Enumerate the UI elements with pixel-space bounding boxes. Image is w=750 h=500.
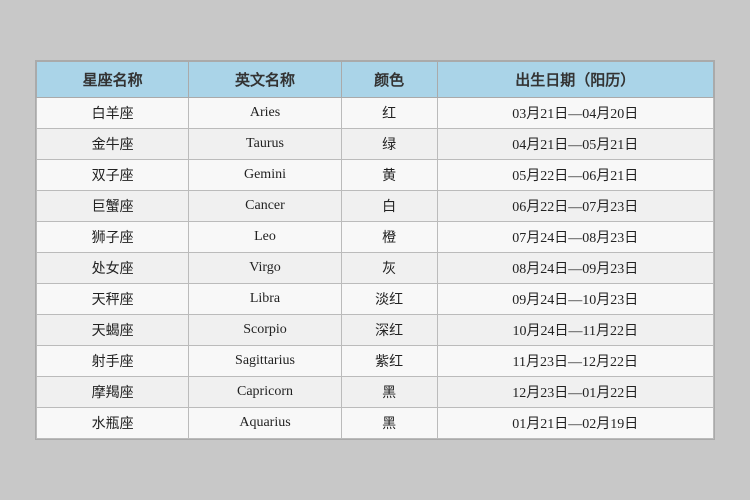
cell-chinese-name: 双子座 bbox=[37, 160, 189, 191]
cell-english-name: Libra bbox=[189, 284, 341, 315]
cell-english-name: Scorpio bbox=[189, 315, 341, 346]
header-chinese-name: 星座名称 bbox=[37, 62, 189, 98]
cell-dates: 07月24日—08月23日 bbox=[437, 222, 713, 253]
cell-dates: 01月21日—02月19日 bbox=[437, 408, 713, 439]
cell-color: 深红 bbox=[341, 315, 437, 346]
table-row: 摩羯座Capricorn黑12月23日—01月22日 bbox=[37, 377, 714, 408]
cell-english-name: Sagittarius bbox=[189, 346, 341, 377]
cell-english-name: Virgo bbox=[189, 253, 341, 284]
cell-dates: 10月24日—11月22日 bbox=[437, 315, 713, 346]
cell-dates: 09月24日—10月23日 bbox=[437, 284, 713, 315]
table-row: 射手座Sagittarius紫红11月23日—12月22日 bbox=[37, 346, 714, 377]
table-row: 水瓶座Aquarius黑01月21日—02月19日 bbox=[37, 408, 714, 439]
cell-dates: 08月24日—09月23日 bbox=[437, 253, 713, 284]
cell-chinese-name: 天秤座 bbox=[37, 284, 189, 315]
cell-chinese-name: 射手座 bbox=[37, 346, 189, 377]
table-body: 白羊座Aries红03月21日—04月20日金牛座Taurus绿04月21日—0… bbox=[37, 98, 714, 439]
cell-color: 淡红 bbox=[341, 284, 437, 315]
table-row: 金牛座Taurus绿04月21日—05月21日 bbox=[37, 129, 714, 160]
cell-english-name: Capricorn bbox=[189, 377, 341, 408]
cell-color: 红 bbox=[341, 98, 437, 129]
zodiac-table: 星座名称 英文名称 颜色 出生日期（阳历） 白羊座Aries红03月21日—04… bbox=[36, 61, 714, 439]
header-english-name: 英文名称 bbox=[189, 62, 341, 98]
cell-dates: 05月22日—06月21日 bbox=[437, 160, 713, 191]
cell-color: 灰 bbox=[341, 253, 437, 284]
cell-english-name: Gemini bbox=[189, 160, 341, 191]
cell-color: 橙 bbox=[341, 222, 437, 253]
cell-dates: 03月21日—04月20日 bbox=[437, 98, 713, 129]
cell-english-name: Leo bbox=[189, 222, 341, 253]
table-row: 双子座Gemini黄05月22日—06月21日 bbox=[37, 160, 714, 191]
cell-color: 黄 bbox=[341, 160, 437, 191]
zodiac-table-container: 星座名称 英文名称 颜色 出生日期（阳历） 白羊座Aries红03月21日—04… bbox=[35, 60, 715, 440]
cell-color: 紫红 bbox=[341, 346, 437, 377]
cell-english-name: Aries bbox=[189, 98, 341, 129]
cell-color: 绿 bbox=[341, 129, 437, 160]
cell-dates: 04月21日—05月21日 bbox=[437, 129, 713, 160]
cell-chinese-name: 狮子座 bbox=[37, 222, 189, 253]
cell-color: 黑 bbox=[341, 408, 437, 439]
cell-english-name: Taurus bbox=[189, 129, 341, 160]
table-header-row: 星座名称 英文名称 颜色 出生日期（阳历） bbox=[37, 62, 714, 98]
table-row: 巨蟹座Cancer白06月22日—07月23日 bbox=[37, 191, 714, 222]
table-row: 白羊座Aries红03月21日—04月20日 bbox=[37, 98, 714, 129]
cell-dates: 12月23日—01月22日 bbox=[437, 377, 713, 408]
header-color: 颜色 bbox=[341, 62, 437, 98]
cell-english-name: Aquarius bbox=[189, 408, 341, 439]
header-dates: 出生日期（阳历） bbox=[437, 62, 713, 98]
cell-chinese-name: 白羊座 bbox=[37, 98, 189, 129]
cell-dates: 06月22日—07月23日 bbox=[437, 191, 713, 222]
table-row: 天蝎座Scorpio深红10月24日—11月22日 bbox=[37, 315, 714, 346]
table-row: 狮子座Leo橙07月24日—08月23日 bbox=[37, 222, 714, 253]
cell-chinese-name: 巨蟹座 bbox=[37, 191, 189, 222]
table-row: 处女座Virgo灰08月24日—09月23日 bbox=[37, 253, 714, 284]
table-row: 天秤座Libra淡红09月24日—10月23日 bbox=[37, 284, 714, 315]
cell-chinese-name: 处女座 bbox=[37, 253, 189, 284]
cell-chinese-name: 金牛座 bbox=[37, 129, 189, 160]
cell-chinese-name: 天蝎座 bbox=[37, 315, 189, 346]
cell-english-name: Cancer bbox=[189, 191, 341, 222]
cell-chinese-name: 水瓶座 bbox=[37, 408, 189, 439]
cell-chinese-name: 摩羯座 bbox=[37, 377, 189, 408]
cell-color: 白 bbox=[341, 191, 437, 222]
cell-dates: 11月23日—12月22日 bbox=[437, 346, 713, 377]
cell-color: 黑 bbox=[341, 377, 437, 408]
